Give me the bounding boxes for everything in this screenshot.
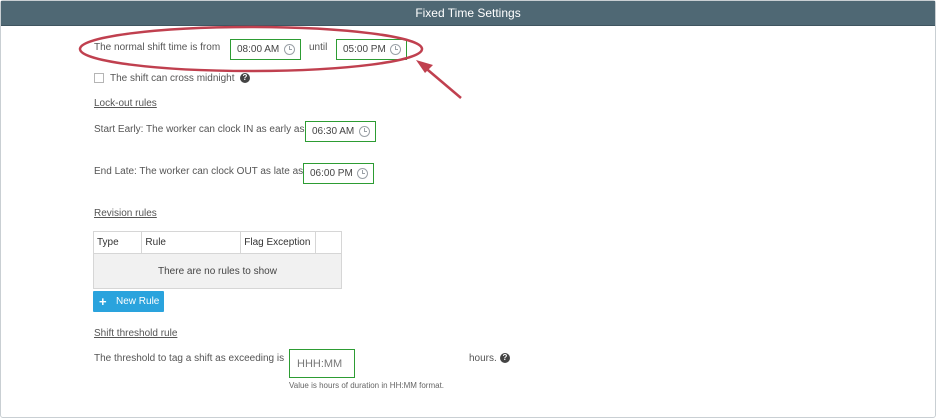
fixed-time-settings-panel: Fixed Time Settings The normal shift tim…: [0, 0, 936, 418]
annotation-overlay: [78, 25, 462, 99]
highlight-ellipse: [78, 25, 424, 73]
